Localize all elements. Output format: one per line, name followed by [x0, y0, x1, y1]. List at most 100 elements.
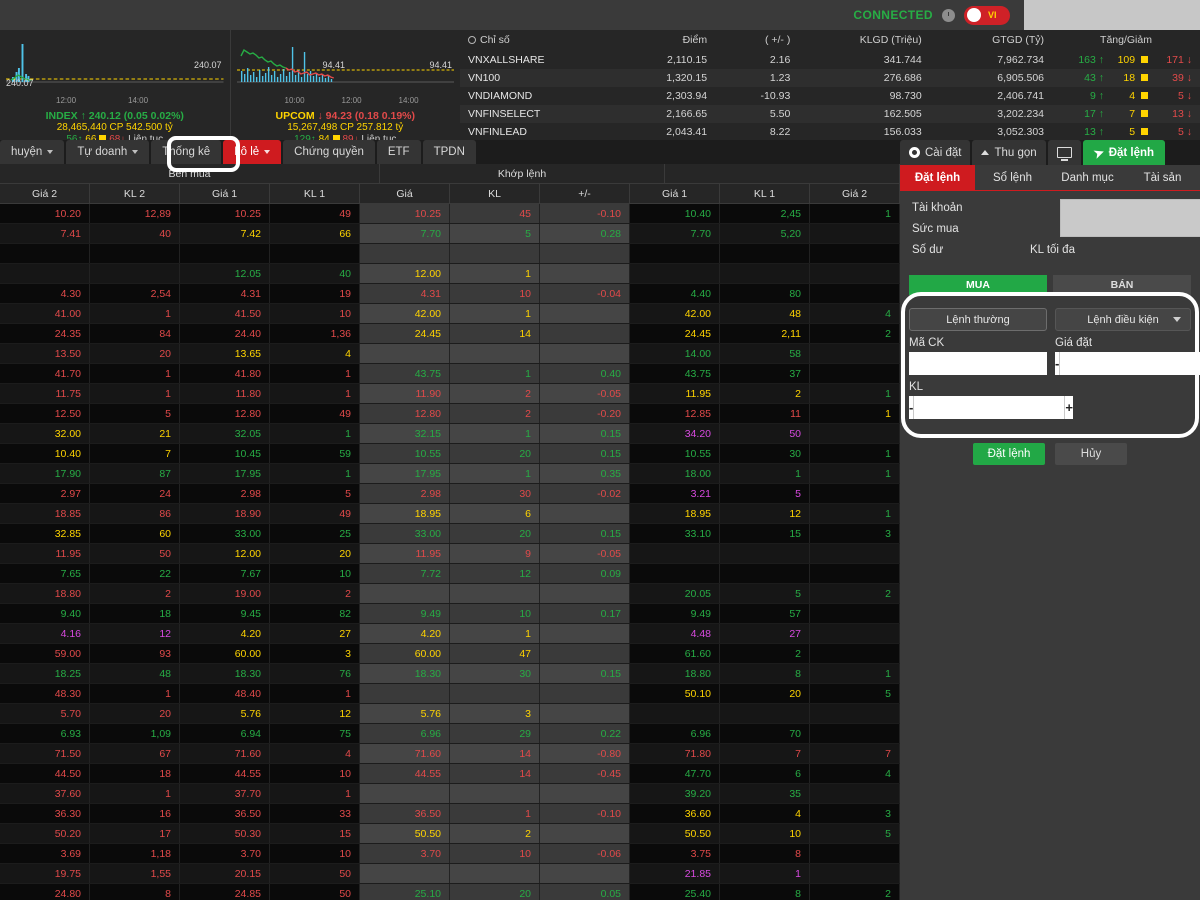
table-row[interactable]: 32.85 60 33.00 25 33.00 20 0.15 33.10 15 3 — [0, 524, 900, 544]
table-row[interactable]: 13.50 20 13.65 4 14.00 58 — [0, 344, 900, 364]
table-row[interactable]: 48.30 1 48.40 1 50.10 20 5 — [0, 684, 900, 704]
table-row[interactable]: 7.41 40 7.42 66 7.70 5 0.28 7.70 5,20 — [0, 224, 900, 244]
table-row[interactable]: 18.25 48 18.30 76 18.30 30 0.15 18.80 8 1 — [0, 664, 900, 684]
qty-increment-button[interactable]: + — [1064, 396, 1073, 419]
table-row[interactable]: 10.40 7 10.45 59 10.55 20 0.15 10.55 30 1 — [0, 444, 900, 464]
board-col-header-5[interactable]: KL — [450, 184, 540, 203]
index-decliners: 5 ↓ — [1177, 126, 1192, 138]
table-row[interactable]: 5.70 20 5.76 12 5.76 3 — [0, 704, 900, 724]
board-col-header-9[interactable]: Giá 2 — [810, 184, 900, 203]
market-tab-5[interactable]: ETF — [376, 140, 421, 164]
table-row[interactable] — [0, 244, 900, 264]
price-input[interactable] — [1060, 352, 1200, 375]
table-row[interactable]: 36.30 16 36.50 33 36.50 1 -0.10 36.60 4 3 — [0, 804, 900, 824]
normal-order-button[interactable]: Lệnh thường — [909, 308, 1047, 331]
monitor-button[interactable] — [1047, 140, 1081, 165]
order-panel-tab-0[interactable]: Đặt lệnh — [900, 165, 975, 190]
table-row[interactable]: 7.65 22 7.67 10 7.72 12 0.09 — [0, 564, 900, 584]
index-table-row[interactable]: VNFINLEAD 2,043.41 8.22 156.033 3,052.303 13 … — [460, 123, 1200, 141]
market-tab-1[interactable]: Tự doanh — [66, 140, 150, 164]
index-table-row[interactable]: VNXALLSHARE 2,110.15 2.16 341.744 7,962.734 1… — [460, 51, 1200, 69]
index-table-row[interactable]: VNFINSELECT 2,166.65 5.50 162.505 3,202.234 1… — [460, 105, 1200, 123]
table-row[interactable]: 10.20 12,89 10.25 49 10.25 45 -0.10 10.40 2,45 1 — [0, 204, 900, 224]
board-col-header-2[interactable]: Giá 1 — [180, 184, 270, 203]
board-col-header-7[interactable]: Giá 1 — [630, 184, 720, 203]
board-cell — [810, 424, 900, 443]
board-cell: 0.05 — [540, 884, 630, 900]
symbol-input[interactable] — [909, 352, 1047, 375]
gear-icon[interactable] — [468, 36, 476, 44]
board-cell — [810, 644, 900, 663]
place-order-toolbar-button[interactable]: ➤ Đặt lệnh — [1082, 140, 1166, 165]
table-row[interactable]: 9.40 18 9.45 82 9.49 10 0.17 9.49 57 — [0, 604, 900, 624]
table-row[interactable]: 24.80 8 24.85 50 25.10 20 0.05 25.40 8 2 — [0, 884, 900, 900]
market-tab-2[interactable]: Thống kê — [151, 140, 222, 164]
table-row[interactable]: 11.95 50 12.00 20 11.95 9 -0.05 — [0, 544, 900, 564]
index-chart-vnindex[interactable]: 240.07 240.07 12:00 14:00 INDEX ↑ 240.12… — [0, 30, 231, 145]
board-cell: 30 — [720, 444, 810, 463]
board-cell: 60.00 — [180, 644, 270, 663]
order-panel-tab-3[interactable]: Tài sản — [1125, 165, 1200, 190]
order-panel-tab-2[interactable]: Danh mục — [1050, 165, 1125, 190]
table-row[interactable]: 37.60 1 37.70 1 39.20 35 — [0, 784, 900, 804]
table-row[interactable]: 41.70 1 41.80 1 43.75 1 0.40 43.75 37 — [0, 364, 900, 384]
board-col-header-3[interactable]: KL 1 — [270, 184, 360, 203]
table-row[interactable]: 19.75 1,55 20.15 50 21.85 1 — [0, 864, 900, 884]
board-cell: 25 — [270, 524, 360, 543]
board-cell: 36.50 — [360, 804, 450, 823]
table-row[interactable]: 4.30 2,54 4.31 19 4.31 10 -0.04 4.40 80 — [0, 284, 900, 304]
table-row[interactable]: 3.69 1,18 3.70 10 3.70 10 -0.06 3.75 8 — [0, 844, 900, 864]
table-row[interactable]: 44.50 18 44.55 10 44.55 14 -0.45 47.70 6 4 — [0, 764, 900, 784]
table-row[interactable]: 24.35 84 24.40 1,36 24.45 14 24.45 2,11 2 — [0, 324, 900, 344]
language-toggle[interactable]: VI — [964, 5, 1010, 25]
price-stepper: - + — [1055, 352, 1200, 375]
conditional-order-dropdown[interactable]: Lệnh điều kiện — [1055, 308, 1191, 331]
buy-side-button[interactable]: MUA — [909, 275, 1047, 295]
board-col-header-8[interactable]: KL 1 — [720, 184, 810, 203]
board-col-header-4[interactable]: Giá — [360, 184, 450, 203]
index-chart-upcom[interactable]: 94.41 94.41 10:00 12:00 14:00 UPCOM ↓ 94… — [231, 30, 461, 145]
account-select-dropdown[interactable] — [1060, 199, 1200, 237]
index-table-row[interactable]: VN100 1,320.15 1.23 276.686 6,905.506 43 ↑ 18 … — [460, 69, 1200, 87]
table-row[interactable]: 50.20 17 50.30 15 50.50 2 50.50 10 5 — [0, 824, 900, 844]
board-cell: 24.45 — [630, 324, 720, 343]
table-row[interactable]: 18.80 2 19.00 2 20.05 5 2 — [0, 584, 900, 604]
board-cell: 5.76 — [360, 704, 450, 723]
board-col-header-6[interactable]: +/- — [540, 184, 630, 203]
table-row[interactable]: 18.85 86 18.90 49 18.95 6 18.95 12 1 — [0, 504, 900, 524]
board-col-header-1[interactable]: KL 2 — [90, 184, 180, 203]
table-row[interactable]: 6.93 1,09 6.94 75 6.96 29 0.22 6.96 70 — [0, 724, 900, 744]
table-row[interactable]: 4.16 12 4.20 27 4.20 1 4.48 27 — [0, 624, 900, 644]
market-tab-4[interactable]: Chứng quyền — [283, 140, 375, 164]
table-row[interactable]: 12.05 40 12.00 1 — [0, 264, 900, 284]
chevron-down-icon — [264, 150, 271, 154]
table-row[interactable]: 41.00 1 41.50 10 42.00 1 42.00 48 4 — [0, 304, 900, 324]
submit-order-button[interactable]: Đặt lệnh — [973, 443, 1045, 465]
order-panel-tab-1[interactable]: Sổ lệnh — [975, 165, 1050, 190]
market-tab-6[interactable]: TPDN — [422, 140, 476, 164]
market-tab-3[interactable]: Lô lẻ — [223, 140, 282, 164]
board-col-header-0[interactable]: Giá 2 — [0, 184, 90, 203]
cancel-order-button[interactable]: Hủy — [1055, 443, 1127, 465]
table-row[interactable]: 59.00 93 60.00 3 60.00 47 61.60 2 — [0, 644, 900, 664]
table-row[interactable]: 71.50 67 71.60 4 71.60 14 -0.80 71.80 7 7 — [0, 744, 900, 764]
board-cell: 24.40 — [180, 324, 270, 343]
board-cell: 71.80 — [630, 744, 720, 763]
board-cell: 6.94 — [180, 724, 270, 743]
table-row[interactable]: 17.90 87 17.95 1 17.95 1 0.35 18.00 1 1 — [0, 464, 900, 484]
index-table-row[interactable]: VNDIAMOND 2,303.94 -10.93 98.730 2,406.741 9 … — [460, 87, 1200, 105]
market-tab-0[interactable]: huyện — [0, 140, 65, 164]
qty-input[interactable] — [914, 396, 1065, 419]
table-row[interactable]: 32.00 21 32.05 1 32.15 1 0.15 34.20 50 — [0, 424, 900, 444]
chart-time-axis-vnindex: 12:00 14:00 — [6, 96, 224, 107]
sell-side-button[interactable]: BÁN — [1053, 275, 1191, 295]
clock-icon[interactable] — [942, 8, 955, 22]
table-row[interactable]: 12.50 5 12.80 49 12.80 2 -0.20 12.85 11 1 — [0, 404, 900, 424]
collapse-button[interactable]: Thu gọn — [972, 140, 1046, 165]
board-cell: 10 — [270, 564, 360, 583]
table-row[interactable]: 11.75 1 11.80 1 11.90 2 -0.05 11.95 2 1 — [0, 384, 900, 404]
board-cell: 40 — [270, 264, 360, 283]
table-row[interactable]: 2.97 24 2.98 5 2.98 30 -0.02 3.21 5 — [0, 484, 900, 504]
index-charts-strip: 240.07 240.07 12:00 14:00 INDEX ↑ 240.12… — [0, 30, 461, 145]
settings-button[interactable]: Cài đặt — [900, 140, 971, 165]
